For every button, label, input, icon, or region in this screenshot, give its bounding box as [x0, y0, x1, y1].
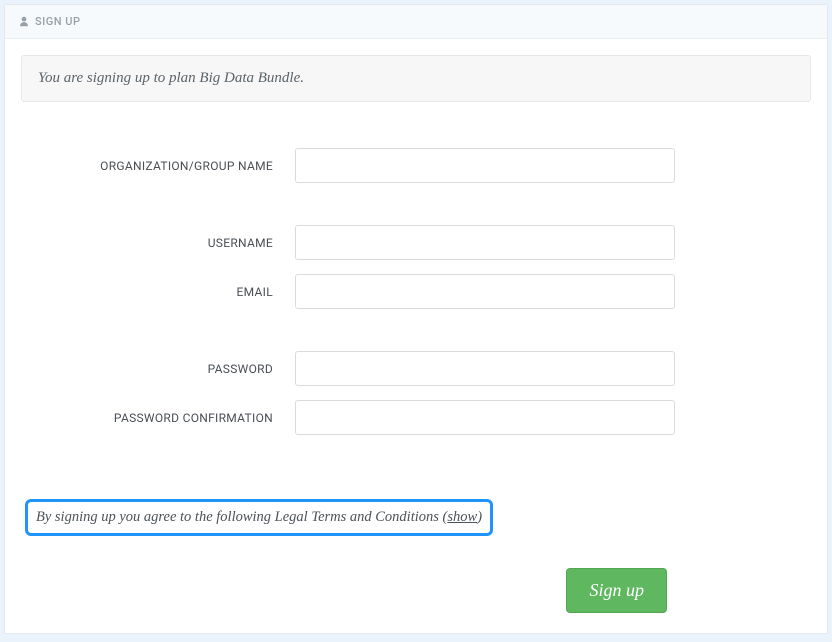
email-label: EMAIL	[25, 285, 295, 299]
password-confirm-label: PASSWORD CONFIRMATION	[25, 411, 295, 425]
panel-header: SIGN UP	[5, 5, 827, 39]
legal-close-paren: )	[477, 509, 482, 525]
password-confirm-input[interactable]	[295, 400, 675, 435]
show-terms-link[interactable]: show	[447, 509, 477, 525]
org-input[interactable]	[295, 148, 675, 183]
email-input[interactable]	[295, 274, 675, 309]
form-row-password-confirm: PASSWORD CONFIRMATION	[25, 400, 807, 435]
password-input[interactable]	[295, 351, 675, 386]
panel-body: You are signing up to plan Big Data Bund…	[5, 39, 827, 629]
plan-notice: You are signing up to plan Big Data Bund…	[21, 55, 811, 102]
signup-panel: SIGN UP You are signing up to plan Big D…	[4, 4, 828, 634]
signup-form: ORGANIZATION/GROUP NAME USERNAME EMAIL P…	[21, 148, 811, 613]
form-row-username: USERNAME	[25, 225, 807, 260]
password-label: PASSWORD	[25, 362, 295, 376]
panel-title: SIGN UP	[35, 15, 81, 28]
org-label: ORGANIZATION/GROUP NAME	[25, 159, 295, 173]
form-row-email: EMAIL	[25, 274, 807, 309]
legal-text: By signing up you agree to the following…	[36, 509, 447, 525]
form-actions: Sign up	[25, 568, 807, 613]
form-row-password: PASSWORD	[25, 351, 807, 386]
username-input[interactable]	[295, 225, 675, 260]
legal-terms-box: By signing up you agree to the following…	[25, 499, 493, 536]
form-row-org: ORGANIZATION/GROUP NAME	[25, 148, 807, 183]
user-icon	[19, 16, 29, 27]
signup-button[interactable]: Sign up	[566, 568, 667, 613]
username-label: USERNAME	[25, 236, 295, 250]
